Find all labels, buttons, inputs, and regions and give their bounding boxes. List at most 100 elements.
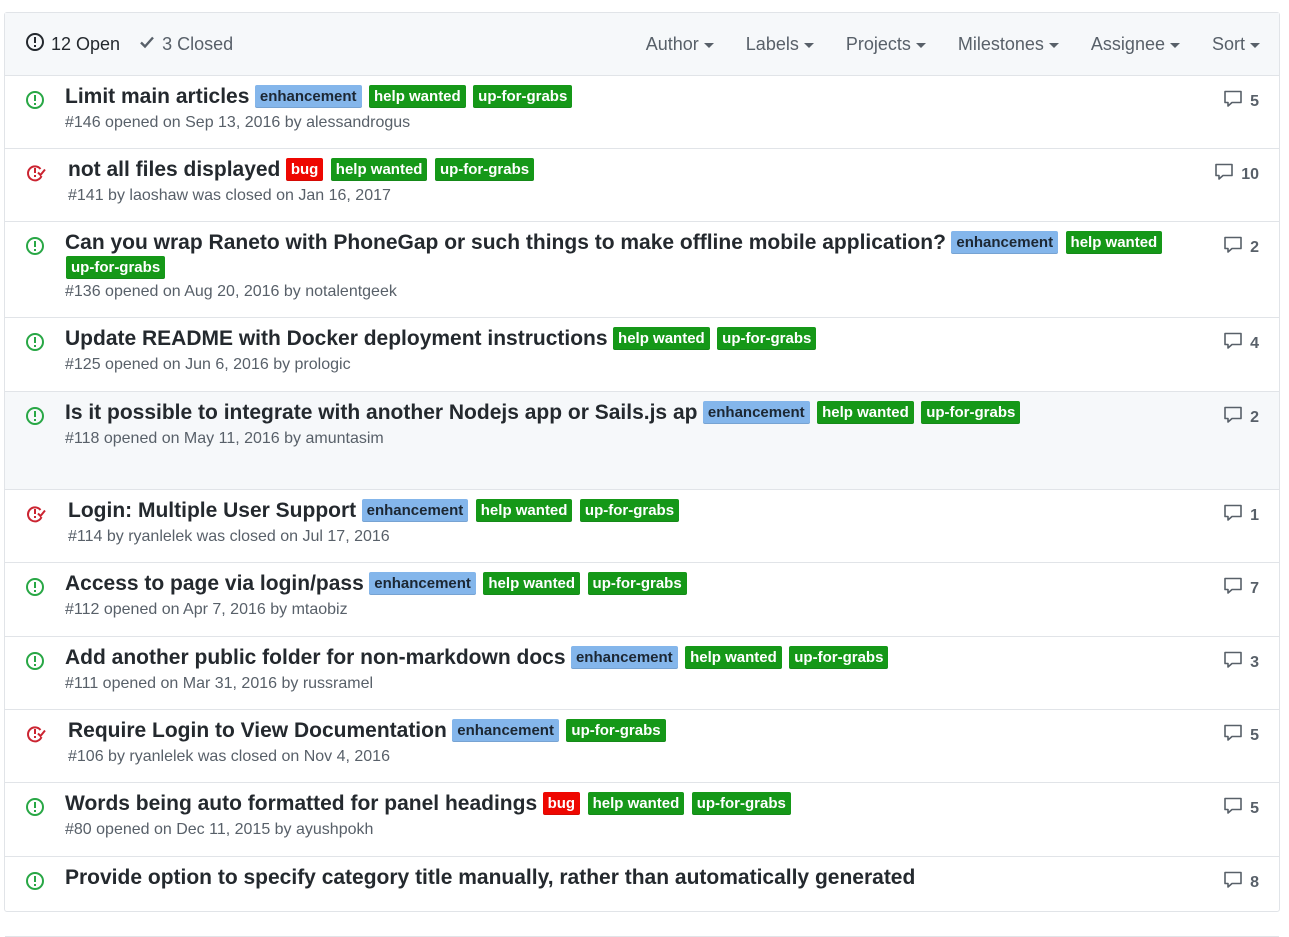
issue-title-link[interactable]: not all files displayed	[68, 158, 280, 181]
comments-link[interactable]: 10	[1214, 163, 1259, 186]
label-help-wanted[interactable]: help wanted	[330, 158, 428, 181]
issue-opened-icon	[25, 332, 45, 357]
open-count: 12 Open	[51, 33, 121, 54]
label-help-wanted[interactable]: help wanted	[483, 572, 581, 595]
issue-row[interactable]: Words being auto formatted for panel hea…	[5, 783, 1279, 857]
author-filter[interactable]: Author	[646, 34, 714, 55]
label-up-for-grabs[interactable]: up-for-grabs	[921, 401, 1021, 424]
comments-link[interactable]: 3	[1223, 651, 1259, 674]
label-help-wanted[interactable]: help wanted	[475, 499, 573, 522]
label-up-for-grabs[interactable]: up-for-grabs	[66, 256, 166, 279]
label-up-for-grabs[interactable]: up-for-grabs	[789, 646, 889, 669]
issue-title-link[interactable]: Login: Multiple User Support	[68, 499, 356, 522]
label-up-for-grabs[interactable]: up-for-grabs	[566, 719, 666, 742]
issue-meta: #146 opened on Sep 13, 2016 by alessandr…	[65, 114, 411, 131]
issue-row[interactable]: Access to page via login/pass enhancemen…	[5, 563, 1279, 637]
filter-label: Sort	[1211, 33, 1245, 54]
label-enhancement[interactable]: enhancement	[702, 401, 810, 424]
comment-icon	[1223, 90, 1250, 113]
label-bug[interactable]: bug	[542, 792, 581, 815]
comment-icon	[1223, 577, 1250, 600]
comments-link[interactable]: 2	[1223, 406, 1259, 429]
issue-content: Limit main articles enhancement help wan…	[65, 84, 1199, 133]
open-issues-link[interactable]: 12 Open	[25, 32, 120, 57]
label-enhancement[interactable]: enhancement	[570, 646, 678, 669]
comment-count: 5	[1250, 799, 1259, 817]
issue-title-link[interactable]: Add another public folder for non-markdo…	[65, 646, 566, 669]
milestones-filter[interactable]: Milestones	[958, 34, 1059, 55]
issue-row[interactable]: Can you wrap Raneto with PhoneGap or suc…	[5, 222, 1279, 318]
issue-opened-icon	[25, 651, 45, 676]
issue-meta: #80 opened on Dec 11, 2015 by ayushpokh	[65, 821, 374, 838]
label-bug[interactable]: bug	[285, 158, 324, 181]
label-up-for-grabs[interactable]: up-for-grabs	[434, 158, 535, 181]
issue-row[interactable]: Is it possible to integrate with another…	[5, 392, 1279, 490]
issue-title-link[interactable]: Can you wrap Raneto with PhoneGap or suc…	[65, 231, 946, 254]
comments-link[interactable]: 5	[1223, 724, 1259, 747]
issue-meta: #125 opened on Jun 6, 2016 by prologic	[65, 356, 351, 373]
label-enhancement[interactable]: enhancement	[369, 572, 476, 595]
issue-content: Update README with Docker deployment ins…	[65, 326, 1199, 375]
issue-meta: #111 opened on Mar 31, 2016 by russramel	[65, 675, 374, 692]
issue-row[interactable]: Provide option to specify category title…	[5, 857, 1279, 937]
issue-row[interactable]: not all files displayed bug help wanted …	[5, 149, 1279, 222]
issue-title-link[interactable]: Require Login to View Documentation	[68, 719, 447, 742]
issue-row[interactable]: Limit main articles enhancement help wan…	[5, 76, 1279, 149]
comments-link[interactable]: 5	[1223, 797, 1259, 820]
comment-count: 8	[1250, 873, 1259, 891]
issue-title-link[interactable]: Words being auto formatted for panel hea…	[65, 792, 537, 815]
label-help-wanted[interactable]: help wanted	[817, 401, 914, 424]
label-up-for-grabs[interactable]: up-for-grabs	[579, 499, 680, 522]
issue-row[interactable]: Login: Multiple User Support enhancement…	[5, 490, 1279, 563]
issues-list-box: 12 Open 3 Closed Author Labels Projects …	[4, 12, 1280, 937]
label-help-wanted[interactable]: help wanted	[1065, 231, 1163, 254]
assignee-filter[interactable]: Assignee	[1091, 34, 1180, 55]
comments-link[interactable]: 2	[1223, 236, 1259, 259]
label-up-for-grabs[interactable]: up-for-grabs	[717, 327, 817, 350]
comments-link[interactable]: 8	[1223, 871, 1259, 894]
issue-row[interactable]: Require Login to View Documentation enha…	[5, 710, 1279, 783]
comments-link[interactable]: 1	[1223, 504, 1259, 527]
label-enhancement[interactable]: enhancement	[452, 719, 559, 742]
issue-title-link[interactable]: Access to page via login/pass	[65, 572, 364, 595]
comment-count: 2	[1250, 408, 1259, 426]
label-help-wanted[interactable]: help wanted	[369, 85, 466, 108]
issue-meta: #112 opened on Apr 7, 2016 by mtaobiz	[65, 601, 348, 618]
comments-link[interactable]: 5	[1223, 90, 1259, 113]
comment-icon	[1223, 406, 1250, 429]
issue-title-link[interactable]: Update README with Docker deployment ins…	[65, 327, 608, 350]
label-up-for-grabs[interactable]: up-for-grabs	[587, 572, 687, 595]
label-help-wanted[interactable]: help wanted	[613, 327, 710, 350]
label-up-for-grabs[interactable]: up-for-grabs	[691, 792, 791, 815]
label-enhancement[interactable]: enhancement	[254, 85, 362, 108]
label-enhancement[interactable]: enhancement	[951, 231, 1059, 254]
issue-title-link[interactable]: Is it possible to integrate with another…	[65, 401, 697, 424]
projects-filter[interactable]: Projects	[846, 34, 926, 55]
sort-filter[interactable]: Sort	[1212, 34, 1260, 55]
issue-row[interactable]: Update README with Docker deployment ins…	[5, 318, 1279, 392]
issue-content: Words being auto formatted for panel hea…	[65, 791, 1199, 840]
closed-issues-link[interactable]: 3 Closed	[138, 33, 233, 56]
comment-icon	[1223, 236, 1250, 259]
issue-meta: #118 opened on May 11, 2016 by amuntasim	[65, 430, 384, 447]
issue-row[interactable]: Add another public folder for non-markdo…	[5, 637, 1279, 710]
comment-icon	[1214, 163, 1241, 186]
issue-title-link[interactable]: Limit main articles	[65, 85, 249, 108]
issue-title-link[interactable]: Provide option to specify category title…	[65, 866, 915, 889]
label-help-wanted[interactable]: help wanted	[587, 792, 685, 815]
issue-content: not all files displayed bug help wanted …	[68, 157, 1199, 206]
comment-count: 4	[1250, 334, 1259, 352]
label-up-for-grabs[interactable]: up-for-grabs	[473, 85, 573, 108]
comment-count: 1	[1250, 506, 1259, 524]
label-enhancement[interactable]: enhancement	[361, 499, 469, 522]
label-help-wanted[interactable]: help wanted	[685, 646, 782, 669]
issue-closed-icon	[25, 724, 47, 749]
filter-label: Projects	[845, 33, 911, 54]
comment-icon	[1223, 871, 1250, 894]
comment-icon	[1223, 724, 1250, 747]
check-icon	[138, 33, 162, 56]
labels-filter[interactable]: Labels	[746, 34, 814, 55]
caret-down-icon	[803, 42, 814, 48]
comments-link[interactable]: 7	[1223, 577, 1259, 600]
comments-link[interactable]: 4	[1223, 332, 1259, 355]
